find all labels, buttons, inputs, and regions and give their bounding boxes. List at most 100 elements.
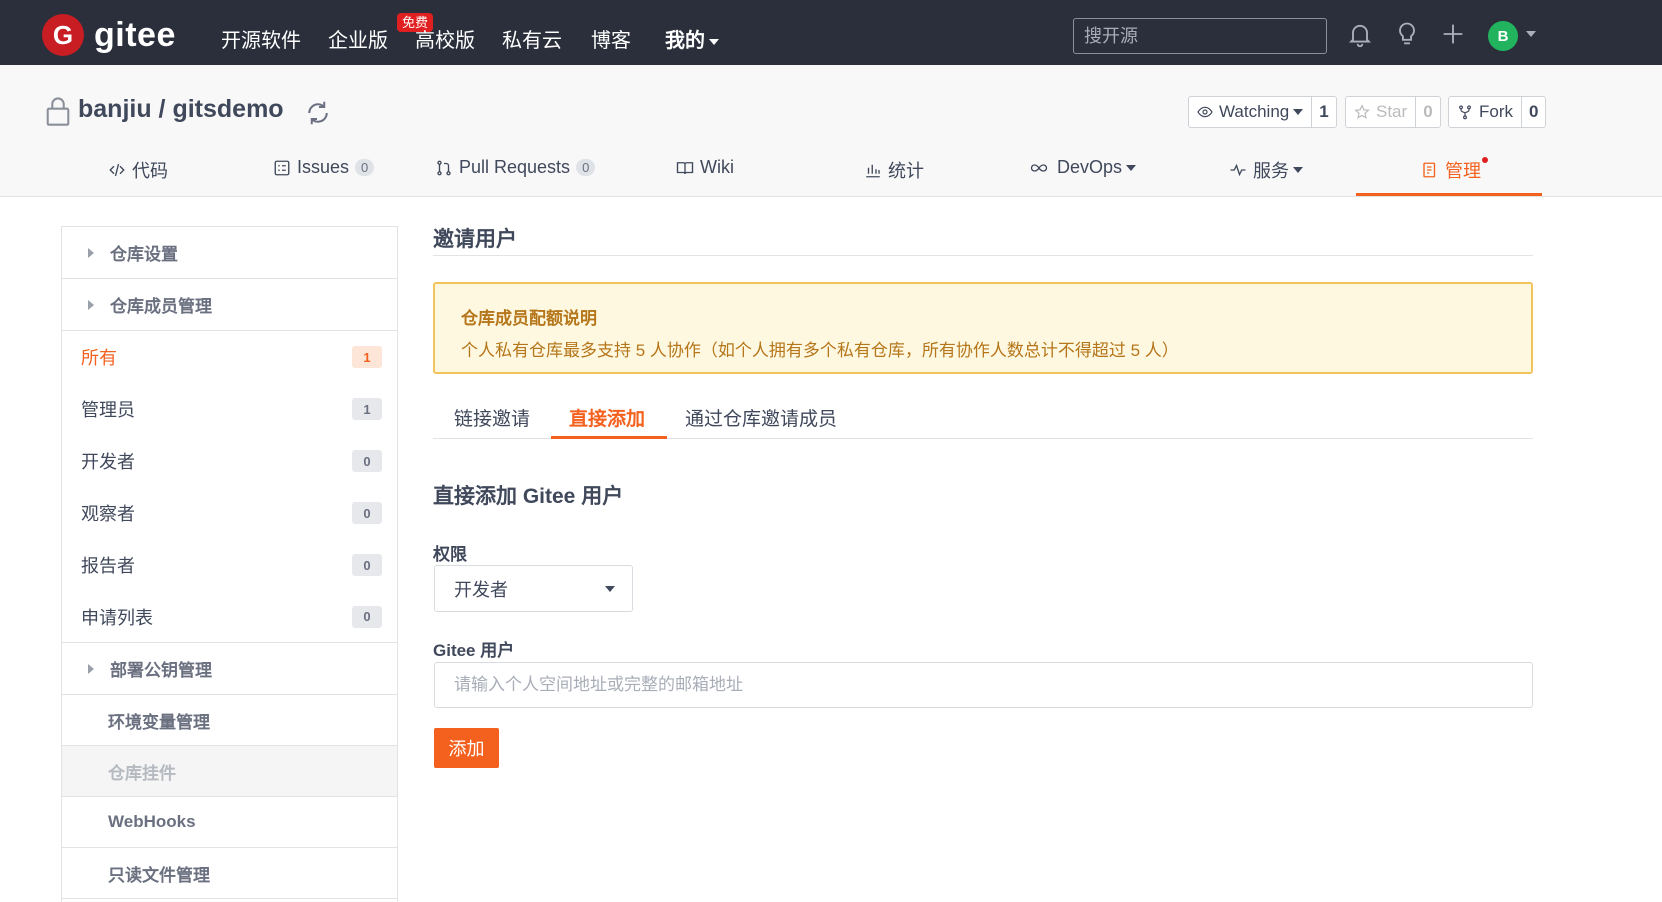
repo-title[interactable]: banjiu / gitsdemo xyxy=(78,95,284,124)
permission-select[interactable]: 开发者 xyxy=(434,565,633,612)
nav-enterprise[interactable]: 企业版 xyxy=(328,24,388,53)
section-title: 直接添加 Gitee 用户 xyxy=(433,485,624,508)
tab-manage[interactable]: 管理 xyxy=(1421,157,1481,183)
star-count[interactable]: 0 xyxy=(1416,97,1439,127)
watch-count[interactable]: 1 xyxy=(1312,97,1335,127)
manage-icon xyxy=(1423,162,1436,178)
lightbulb-icon[interactable] xyxy=(1393,20,1421,48)
pull-requests-count-badge: 0 xyxy=(576,159,596,176)
tab-code[interactable]: 代码 xyxy=(108,157,168,183)
star-icon xyxy=(1354,104,1370,119)
notice-body: 个人私有仓库最多支持 5 人协作（如个人拥有多个私有仓库，所有协作人数总计不得超… xyxy=(461,341,1179,360)
sidebar-item-repo-widgets[interactable]: 仓库挂件 xyxy=(62,746,397,797)
tab-services-label: 服务 xyxy=(1253,161,1289,181)
pulse-icon xyxy=(1230,163,1246,177)
nav-mine-label: 我的 xyxy=(665,30,705,52)
tab-wiki-label: Wiki xyxy=(700,157,734,177)
fork-button-group: Fork 0 xyxy=(1448,96,1547,128)
member-count-badge: 1 xyxy=(352,346,382,368)
chevron-down-icon xyxy=(1293,167,1303,173)
avatar[interactable]: B xyxy=(1488,21,1518,51)
sidebar-item-label: 观察者 xyxy=(81,504,135,524)
sidebar-section-member-management[interactable]: 仓库成员管理 xyxy=(62,279,397,331)
sidebar-item-env-vars[interactable]: 环境变量管理 xyxy=(62,695,397,746)
chevron-down-icon xyxy=(1293,109,1304,115)
issues-icon xyxy=(274,160,290,175)
avatar-chevron-down-icon[interactable] xyxy=(1526,31,1536,37)
member-count-badge: 1 xyxy=(352,398,382,420)
sync-icon[interactable] xyxy=(303,98,333,128)
search-input[interactable] xyxy=(1073,18,1327,54)
subtab-direct-add[interactable]: 直接添加 xyxy=(569,404,645,431)
code-icon xyxy=(109,163,125,177)
add-member-button[interactable]: 添加 xyxy=(434,728,499,768)
active-tab-indicator xyxy=(1356,193,1542,196)
wiki-book-icon xyxy=(676,161,694,174)
sidebar-section-label: 部署公钥管理 xyxy=(110,661,212,680)
sidebar-item-webhooks[interactable]: WebHooks xyxy=(62,797,397,848)
tab-manage-label: 管理 xyxy=(1445,161,1481,181)
tab-wiki[interactable]: Wiki xyxy=(676,157,734,178)
sidebar-item-observers[interactable]: 观察者 0 xyxy=(62,487,397,539)
repo-header: banjiu / gitsdemo Watching 1 Star 0 Fork… xyxy=(0,65,1662,197)
caret-right-icon xyxy=(88,299,94,310)
nav-mine[interactable]: 我的 xyxy=(665,24,719,53)
gitee-user-input[interactable] xyxy=(434,662,1533,708)
divider xyxy=(433,255,1533,256)
tab-services[interactable]: 服务 xyxy=(1229,157,1303,183)
sidebar-item-readonly-files[interactable]: 只读文件管理 xyxy=(62,848,397,899)
lock-icon xyxy=(46,97,70,126)
nav-education[interactable]: 高校版 xyxy=(415,24,475,53)
tab-code-label: 代码 xyxy=(132,161,168,181)
tab-stats[interactable]: 统计 xyxy=(864,157,924,183)
gitee-logo-mark: G xyxy=(42,14,84,56)
sidebar-item-reporters[interactable]: 报告者 0 xyxy=(62,539,397,591)
bell-icon[interactable] xyxy=(1346,20,1374,48)
settings-sidebar: 仓库设置 仓库成员管理 所有 1 管理员 1 开发者 0 观察者 0 报告者 0… xyxy=(61,226,398,902)
gitee-user-label: Gitee 用户 xyxy=(433,641,515,660)
watch-button-group: Watching 1 xyxy=(1188,96,1337,128)
sidebar-item-developers[interactable]: 开发者 0 xyxy=(62,435,397,487)
nav-open-source[interactable]: 开源软件 xyxy=(221,24,301,53)
issues-count-badge: 0 xyxy=(355,159,375,176)
sidebar-item-label: 开发者 xyxy=(81,452,135,472)
sidebar-section-deploy-keys[interactable]: 部署公钥管理 xyxy=(62,643,397,695)
active-subtab-indicator xyxy=(551,436,667,439)
watch-label: Watching xyxy=(1219,102,1290,121)
caret-right-icon xyxy=(88,247,94,258)
gitee-logo[interactable]: G gitee xyxy=(42,14,176,56)
sidebar-section-repo-settings[interactable]: 仓库设置 xyxy=(62,227,397,279)
tab-issues[interactable]: Issues 0 xyxy=(273,157,375,178)
sidebar-item-all[interactable]: 所有 1 xyxy=(62,331,397,383)
tab-stats-label: 统计 xyxy=(888,161,924,181)
chevron-down-icon xyxy=(709,38,719,45)
fork-label: Fork xyxy=(1479,102,1513,121)
tab-pull-requests[interactable]: Pull Requests 0 xyxy=(435,157,596,178)
fork-button[interactable]: Fork xyxy=(1449,97,1522,127)
chevron-down-icon xyxy=(605,586,615,592)
star-label: Star xyxy=(1376,102,1408,121)
member-count-badge: 0 xyxy=(352,554,382,576)
notice-title: 仓库成员配额说明 xyxy=(461,309,597,328)
nav-private-cloud[interactable]: 私有云 xyxy=(502,24,562,53)
sidebar-item-admins[interactable]: 管理员 1 xyxy=(62,383,397,435)
gitee-wordmark: gitee xyxy=(94,15,176,54)
tab-pull-requests-label: Pull Requests xyxy=(459,157,571,177)
eye-icon xyxy=(1197,106,1213,118)
manage-notification-dot xyxy=(1482,157,1488,163)
nav-blog[interactable]: 博客 xyxy=(591,24,631,53)
quota-notice: 仓库成员配额说明 个人私有仓库最多支持 5 人协作（如个人拥有多个私有仓库，所有… xyxy=(433,282,1533,374)
page-title: 邀请用户 xyxy=(433,228,517,251)
caret-right-icon xyxy=(88,663,94,674)
fork-count[interactable]: 0 xyxy=(1522,97,1545,127)
subtab-invite-via-repo[interactable]: 通过仓库邀请成员 xyxy=(685,404,837,431)
fork-icon xyxy=(1459,105,1471,120)
watch-button[interactable]: Watching xyxy=(1189,97,1313,127)
sidebar-item-label: 申请列表 xyxy=(81,607,153,628)
bar-chart-icon xyxy=(866,164,880,178)
subtab-link-invite[interactable]: 链接邀请 xyxy=(454,404,530,431)
sidebar-item-requests[interactable]: 申请列表 0 xyxy=(62,591,397,643)
star-button[interactable]: Star xyxy=(1346,97,1417,127)
plus-icon[interactable] xyxy=(1439,20,1467,48)
tab-devops[interactable]: DevOps xyxy=(1027,157,1137,178)
